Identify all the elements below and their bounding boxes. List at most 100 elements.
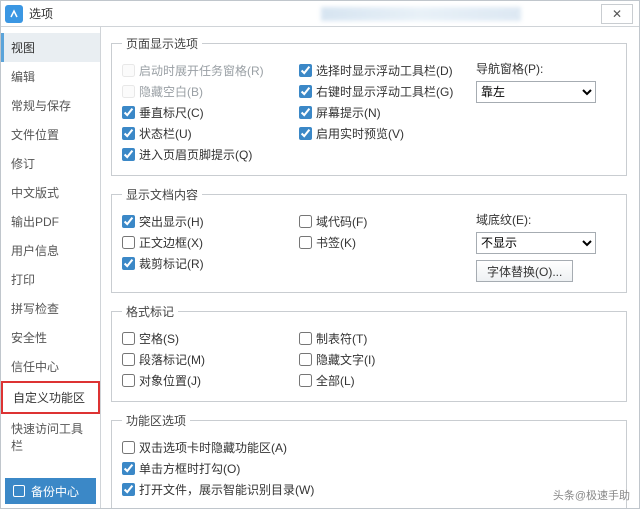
fm-c1-checkbox-2[interactable] <box>122 374 135 387</box>
pd-c2-label-1: 右键时显示浮动工具栏(G) <box>316 83 453 100</box>
pd-c1-checkbox-3[interactable] <box>122 127 135 140</box>
fm-c2-2[interactable]: 全部(L) <box>299 370 476 391</box>
backup-center-button[interactable]: 备份中心 <box>5 478 96 504</box>
sidebar-item-5[interactable]: 中文版式 <box>1 178 100 207</box>
window-title: 选项 <box>29 5 53 22</box>
legend-page-display: 页面显示选项 <box>122 35 202 52</box>
backup-icon <box>13 485 25 497</box>
sidebar-item-0[interactable]: 视图 <box>1 33 100 62</box>
sidebar-item-12[interactable]: 自定义功能区 <box>1 381 100 414</box>
fm-c1-0[interactable]: 空格(S) <box>122 328 299 349</box>
sidebar-item-7[interactable]: 用户信息 <box>1 236 100 265</box>
dc-c1-checkbox-0[interactable] <box>122 215 135 228</box>
group-ribbon-options: 功能区选项 双击选项卡时隐藏功能区(A) 单击方框时打勾(O) 打开文件，展示智能识… <box>111 412 627 508</box>
pd-c2-2[interactable]: 屏幕提示(N) <box>299 102 476 123</box>
backup-label: 备份中心 <box>31 483 79 500</box>
titlebar: 选项 ✕ <box>1 1 639 27</box>
pd-c2-checkbox-3[interactable] <box>299 127 312 140</box>
dc-c2-1[interactable]: 书签(K) <box>299 232 476 253</box>
watermark: 头条@极速手助 <box>553 487 630 503</box>
pd-c2-checkbox-1[interactable] <box>299 85 312 98</box>
sidebar-item-8[interactable]: 打印 <box>1 265 100 294</box>
dc-c2-label-0: 域代码(F) <box>316 213 367 230</box>
dc-c1-2[interactable]: 裁剪标记(R) <box>122 253 299 274</box>
pd-c1-label-3: 状态栏(U) <box>139 125 192 142</box>
rb-checkbox-0[interactable] <box>122 441 135 454</box>
pd-c1-4[interactable]: 进入页眉页脚提示(Q) <box>122 144 299 165</box>
sidebar-item-10[interactable]: 安全性 <box>1 323 100 352</box>
sidebar-item-3[interactable]: 文件位置 <box>1 120 100 149</box>
rb-label-0: 双击选项卡时隐藏功能区(A) <box>139 439 287 456</box>
font-substitution-button[interactable]: 字体替换(O)... <box>476 260 573 282</box>
sidebar-item-11[interactable]: 信任中心 <box>1 352 100 381</box>
rb-label-1: 单击方框时打勾(O) <box>139 460 240 477</box>
pd-c1-checkbox-1 <box>122 85 135 98</box>
dc-c2-checkbox-1[interactable] <box>299 236 312 249</box>
pd-c1-label-4: 进入页眉页脚提示(Q) <box>139 146 252 163</box>
legend-format-marks: 格式标记 <box>122 303 178 320</box>
dc-c2-0[interactable]: 域代码(F) <box>299 211 476 232</box>
pd-c1-3[interactable]: 状态栏(U) <box>122 123 299 144</box>
pd-c2-label-3: 启用实时预览(V) <box>316 125 404 142</box>
pd-c1-checkbox-4[interactable] <box>122 148 135 161</box>
pd-c1-2[interactable]: 垂直标尺(C) <box>122 102 299 123</box>
dc-c1-0[interactable]: 突出显示(H) <box>122 211 299 232</box>
nav-pane-label: 导航窗格(P): <box>476 60 616 77</box>
fm-c1-checkbox-1[interactable] <box>122 353 135 366</box>
rb-checkbox-1[interactable] <box>122 462 135 475</box>
fm-c1-label-2: 对象位置(J) <box>139 372 201 389</box>
dc-c2-checkbox-0[interactable] <box>299 215 312 228</box>
pd-c2-checkbox-2[interactable] <box>299 106 312 119</box>
pd-c1-label-2: 垂直标尺(C) <box>139 104 204 121</box>
fm-c1-1[interactable]: 段落标记(M) <box>122 349 299 370</box>
pd-c2-3[interactable]: 启用实时预览(V) <box>299 123 476 144</box>
dc-c1-label-1: 正文边框(X) <box>139 234 203 251</box>
content-area: 页面显示选项 启动时展开任务窗格(R) 隐藏空白(B) 垂直标尺(C) 状态栏(U) 进… <box>101 27 639 508</box>
pd-c1-label-0: 启动时展开任务窗格(R) <box>139 62 264 79</box>
fm-c2-label-2: 全部(L) <box>316 372 355 389</box>
legend-ribbon-options: 功能区选项 <box>122 412 190 429</box>
pd-c1-checkbox-0 <box>122 64 135 77</box>
sidebar-item-2[interactable]: 常规与保存 <box>1 91 100 120</box>
app-icon <box>5 5 23 23</box>
rb-2[interactable]: 打开文件，展示智能识别目录(W) <box>122 479 616 500</box>
field-shading-select[interactable]: 不显示 <box>476 232 596 254</box>
fm-c1-2[interactable]: 对象位置(J) <box>122 370 299 391</box>
close-button[interactable]: ✕ <box>601 4 633 24</box>
fm-c2-1[interactable]: 隐藏文字(I) <box>299 349 476 370</box>
sidebar: 视图编辑常规与保存文件位置修订中文版式输出PDF用户信息打印拼写检查安全性信任中… <box>1 27 101 508</box>
pd-c2-0[interactable]: 选择时显示浮动工具栏(D) <box>299 60 476 81</box>
rb-checkbox-2[interactable] <box>122 483 135 496</box>
rb-label-2: 打开文件，展示智能识别目录(W) <box>139 481 314 498</box>
rb-1[interactable]: 单击方框时打勾(O) <box>122 458 616 479</box>
dc-c1-label-0: 突出显示(H) <box>139 213 204 230</box>
sidebar-item-4[interactable]: 修订 <box>1 149 100 178</box>
sidebar-item-6[interactable]: 输出PDF <box>1 207 100 236</box>
fm-c2-label-1: 隐藏文字(I) <box>316 351 375 368</box>
fm-c2-label-0: 制表符(T) <box>316 330 367 347</box>
rb-0[interactable]: 双击选项卡时隐藏功能区(A) <box>122 437 616 458</box>
pd-c2-checkbox-0[interactable] <box>299 64 312 77</box>
dc-c1-checkbox-2[interactable] <box>122 257 135 270</box>
group-format-marks: 格式标记 空格(S) 段落标记(M) 对象位置(J) 制表符(T) 隐藏文字(I) 全部… <box>111 303 627 402</box>
pd-c1-1: 隐藏空白(B) <box>122 81 299 102</box>
dc-c1-checkbox-1[interactable] <box>122 236 135 249</box>
nav-pane-select[interactable]: 靠左 <box>476 81 596 103</box>
fm-c1-checkbox-0[interactable] <box>122 332 135 345</box>
dc-c2-label-1: 书签(K) <box>316 234 356 251</box>
pd-c1-checkbox-2[interactable] <box>122 106 135 119</box>
sidebar-item-9[interactable]: 拼写检查 <box>1 294 100 323</box>
blurred-region <box>321 7 521 21</box>
sidebar-item-13[interactable]: 快速访问工具栏 <box>1 414 100 460</box>
sidebar-item-1[interactable]: 编辑 <box>1 62 100 91</box>
group-page-display: 页面显示选项 启动时展开任务窗格(R) 隐藏空白(B) 垂直标尺(C) 状态栏(U) 进… <box>111 35 627 176</box>
fm-c2-0[interactable]: 制表符(T) <box>299 328 476 349</box>
fm-c2-checkbox-2[interactable] <box>299 374 312 387</box>
fm-c2-checkbox-0[interactable] <box>299 332 312 345</box>
fm-c1-label-1: 段落标记(M) <box>139 351 205 368</box>
dc-c1-1[interactable]: 正文边框(X) <box>122 232 299 253</box>
pd-c2-1[interactable]: 右键时显示浮动工具栏(G) <box>299 81 476 102</box>
fm-c2-checkbox-1[interactable] <box>299 353 312 366</box>
pd-c1-label-1: 隐藏空白(B) <box>139 83 203 100</box>
legend-doc-content: 显示文档内容 <box>122 186 202 203</box>
